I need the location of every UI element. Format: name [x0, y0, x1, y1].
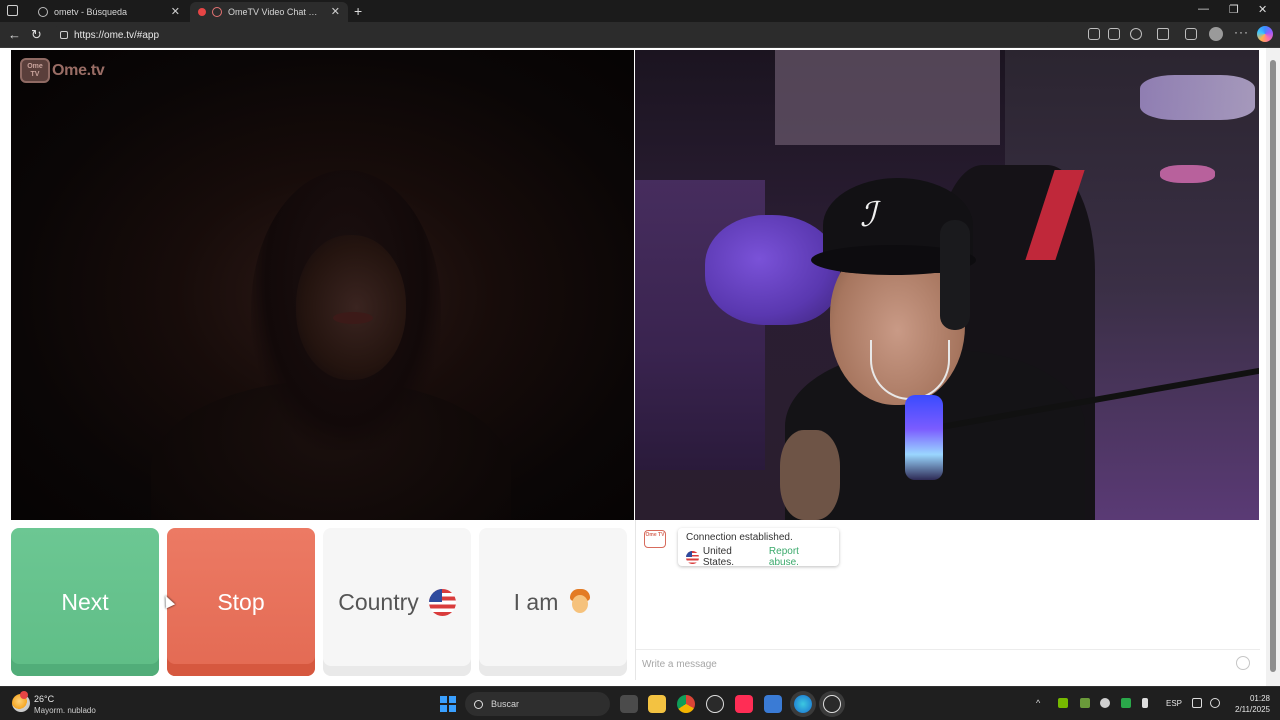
network-icon[interactable]: [1192, 698, 1202, 708]
microphone: [905, 395, 943, 480]
country-label: Country: [338, 588, 419, 615]
close-window-icon[interactable]: ✕: [1258, 3, 1267, 16]
cloud-icon[interactable]: [1100, 698, 1110, 708]
tray-app-icon[interactable]: [1080, 698, 1090, 708]
close-tab-icon[interactable]: ✕: [331, 7, 340, 18]
close-tab-icon[interactable]: ✕: [171, 7, 180, 18]
volume-icon[interactable]: [1210, 698, 1220, 708]
connection-text: Connection established.: [686, 532, 793, 543]
system-message: Connection established. United States. R…: [678, 528, 839, 568]
headset: [940, 220, 970, 330]
search-label: Buscar: [491, 699, 520, 709]
ceiling-light-panel: [775, 50, 1000, 145]
weather-description: Mayorm. nublado: [34, 706, 96, 715]
tab-title: ometv - Búsqueda: [54, 7, 128, 17]
favorite-star-icon[interactable]: [1157, 28, 1169, 40]
url-text: https://ome.tv/#app: [74, 29, 160, 41]
search-favicon-icon: [38, 7, 48, 17]
chrome-icon[interactable]: [677, 695, 695, 713]
address-toolbar: ← ↻ https://ome.tv/#app ···: [0, 22, 1280, 48]
iam-label: I am: [513, 588, 559, 615]
purple-cloth: [705, 215, 840, 325]
favorites-icon[interactable]: [1185, 28, 1197, 40]
self-video: ℐ: [635, 50, 1259, 520]
next-label: Next: [61, 588, 109, 615]
clock-time: 01:28: [1249, 694, 1270, 703]
next-button[interactable]: Next: [11, 528, 159, 676]
tray-chevron-icon[interactable]: ^: [1036, 698, 1046, 708]
emoji-icon[interactable]: [1236, 656, 1250, 670]
chat-panel: Ome TV Connection established. United St…: [635, 520, 1260, 680]
weather-temperature: 26°C: [34, 694, 55, 704]
tab-title: OmeTV Video Chat — Omegle: [228, 7, 325, 17]
pink-sneaker: [1160, 165, 1215, 183]
scrollbar-thumb[interactable]: [1270, 60, 1276, 672]
media-player-icon[interactable]: [823, 695, 841, 713]
url-field[interactable]: https://ome.tv/#app: [52, 25, 1052, 45]
edge-icon[interactable]: [794, 695, 812, 713]
tab-ometv[interactable]: OmeTV Video Chat — Omegle ✕: [190, 2, 348, 22]
copilot-icon[interactable]: [1257, 26, 1273, 42]
app-icon[interactable]: [706, 695, 724, 713]
report-abuse-link[interactable]: Report abuse.: [769, 546, 831, 568]
clock-date: 2/11/2025: [1235, 705, 1270, 714]
stop-label: Stop: [217, 588, 265, 615]
maximize-icon[interactable]: ❐: [1229, 3, 1239, 16]
search-icon: [474, 699, 483, 709]
ometv-logo-text: Ome.tv: [52, 61, 105, 79]
apps-grid-icon[interactable]: [764, 695, 782, 713]
recording-icon: [212, 7, 222, 17]
start-icon[interactable]: [440, 696, 456, 712]
windows-taskbar: 26°C Mayorm. nublado Buscar ^ ESP 01:28 …: [0, 686, 1280, 720]
browser-tab-bar: ometv - Búsqueda ✕ OmeTV Video Chat — Om…: [0, 0, 1280, 22]
read-aloud-icon[interactable]: [1130, 28, 1142, 40]
ometv-logo-icon: Ome TV: [20, 58, 50, 83]
stop-button[interactable]: Stop: [167, 528, 315, 676]
stranger-lips: [333, 312, 373, 324]
refresh-icon[interactable]: ↻: [31, 27, 42, 43]
divider: [636, 649, 1260, 650]
country-text: United States.: [702, 546, 734, 568]
back-icon[interactable]: ←: [8, 27, 21, 42]
media-icon[interactable]: [1088, 28, 1100, 40]
sneakers-shelf: [1140, 75, 1255, 120]
xbox-icon[interactable]: [1121, 698, 1131, 708]
us-flag-icon: [428, 588, 456, 616]
ometv-page: Ome TV Ome.tv ℐ Next Stop Country I am O…: [0, 48, 1280, 686]
language-indicator[interactable]: ESP: [1166, 699, 1182, 708]
stranger-video: Ome TV Ome.tv: [11, 50, 634, 520]
stranger-face: [296, 235, 406, 380]
new-tab-icon[interactable]: +: [354, 3, 362, 19]
taskbar-search[interactable]: Buscar: [465, 692, 610, 716]
more-menu-icon[interactable]: ···: [1234, 25, 1249, 39]
boy-emoji-icon: [568, 589, 592, 615]
lock-icon: [60, 31, 68, 39]
gender-button[interactable]: I am: [479, 528, 627, 676]
ometv-favicon-icon: [198, 8, 206, 16]
microphone-icon[interactable]: [1142, 698, 1148, 708]
person-arm: [780, 430, 840, 520]
ometv-chat-avatar-icon: Ome TV: [644, 530, 666, 548]
us-flag-small-icon: [686, 550, 699, 564]
country-button[interactable]: Country: [323, 528, 471, 676]
system-clock[interactable]: 01:28 2/11/2025: [1228, 693, 1270, 715]
file-explorer-icon[interactable]: [648, 695, 666, 713]
ometv-logo[interactable]: Ome TV Ome.tv: [20, 58, 105, 83]
nvidia-icon[interactable]: [1058, 698, 1068, 708]
page-scrollbar[interactable]: [1266, 48, 1280, 686]
notification-badge: [20, 691, 28, 699]
profile-avatar-icon[interactable]: [1209, 27, 1223, 41]
extensions-icon[interactable]: [1108, 28, 1120, 40]
window-menu-icon[interactable]: [7, 5, 18, 16]
message-input[interactable]: [642, 656, 1222, 672]
minimize-icon[interactable]: —: [1198, 3, 1209, 15]
task-view-icon[interactable]: [620, 695, 638, 713]
cap-logo: ℐ: [860, 195, 876, 235]
tab-search[interactable]: ometv - Búsqueda ✕: [30, 2, 188, 22]
tiktok-icon[interactable]: [735, 695, 753, 713]
